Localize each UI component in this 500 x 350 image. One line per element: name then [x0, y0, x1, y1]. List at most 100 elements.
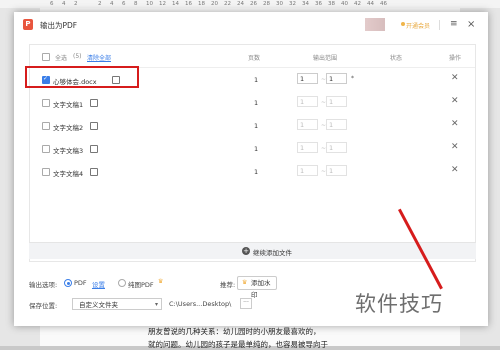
settings-link[interactable]: 设置: [92, 279, 105, 289]
row-checkbox[interactable]: [42, 145, 50, 153]
pdf-app-icon: P: [23, 19, 33, 30]
ruler-tick: 30: [276, 1, 283, 7]
range-from-input[interactable]: 1: [297, 73, 318, 84]
document-text-line: 朋友曾说的几种关系：幼儿园时的小朋友最喜欢的，: [148, 327, 321, 336]
ruler-tick: 22: [224, 1, 231, 7]
clear-all-link[interactable]: 清除全部: [87, 53, 111, 62]
add-files-button[interactable]: + 继续添加文件: [29, 242, 476, 259]
menu-icon[interactable]: ≡: [450, 19, 458, 30]
row-checkbox[interactable]: [42, 168, 50, 176]
plus-icon: +: [242, 247, 250, 255]
ruler: 6 4 2 2 4 6 8 10 12 14 16 18 20 22 24 26…: [0, 0, 500, 8]
range-to-input[interactable]: 1: [326, 142, 347, 153]
save-location-label: 保存位置:: [29, 302, 58, 310]
range-from-input[interactable]: 1: [297, 119, 318, 130]
pdf-radio[interactable]: [64, 279, 72, 287]
page-count: 1: [254, 122, 259, 130]
dialog-title: 输出为PDF: [40, 21, 78, 30]
ruler-tick: 24: [237, 1, 244, 7]
user-avatar[interactable]: [365, 18, 385, 31]
add-watermark-label: 添加水印: [251, 279, 271, 299]
ruler-tick: 28: [263, 1, 270, 7]
range-to-input[interactable]: 1: [326, 73, 347, 84]
ruler-tick: 20: [211, 1, 218, 7]
image-pdf-label: 纯图PDF: [128, 281, 154, 289]
column-header-range: 输出范围: [313, 55, 338, 62]
file-name: 文字文稿3: [53, 147, 84, 155]
close-icon[interactable]: ×: [467, 19, 475, 30]
range-to-input[interactable]: 1: [326, 165, 347, 176]
table-row: 文字文稿3 1 1 ~ 1 ✕: [30, 137, 475, 160]
ruler-tick: 4: [62, 1, 66, 7]
vip-link[interactable]: 开通会员: [406, 21, 430, 30]
page-count: 1: [254, 76, 259, 84]
page-count: 1: [254, 145, 259, 153]
edit-icon[interactable]: [90, 122, 98, 130]
output-options-label: 输出选项:: [29, 281, 58, 289]
ruler-tick: 12: [159, 1, 166, 7]
ruler-tick: 4: [110, 1, 114, 7]
image-pdf-radio[interactable]: [118, 279, 126, 287]
column-header-action: 操作: [449, 55, 462, 62]
file-name: 文字文稿2: [53, 124, 84, 132]
delete-icon[interactable]: ✕: [451, 119, 459, 129]
ruler-tick: 32: [289, 1, 296, 7]
asterisk: *: [351, 75, 354, 82]
range-from-input[interactable]: 1: [297, 165, 318, 176]
table-row: 文字文稿2 1 1 ~ 1 ✕: [30, 114, 475, 137]
ruler-tick: 16: [185, 1, 192, 7]
edit-icon[interactable]: [90, 145, 98, 153]
page-count: 1: [254, 99, 259, 107]
crown-icon: ♛: [158, 278, 164, 285]
ruler-tick: 44: [367, 1, 374, 7]
highlight-box: [25, 66, 139, 88]
document-text-line: 就的问题。幼儿园的孩子是最单纯的，也容易被导向于: [148, 340, 328, 349]
save-path: C:\Users...Desktop\: [169, 300, 232, 308]
ruler-tick: 10: [146, 1, 153, 7]
ruler-tick: 26: [250, 1, 257, 7]
ruler-tick: 46: [380, 1, 387, 7]
add-watermark-button[interactable]: ♛ 添加水印: [237, 276, 277, 299]
save-location-value: 自定义文件夹: [79, 301, 118, 309]
range-to-input[interactable]: 1: [326, 96, 347, 107]
recommend-label: 推荐:: [220, 281, 236, 289]
column-header-pages: 页数: [248, 55, 261, 62]
table-header: 全选 (5) 清除全部 页数 输出范围 状态 操作: [30, 45, 475, 68]
delete-icon[interactable]: ✕: [451, 96, 459, 106]
ruler-tick: 6: [50, 1, 54, 7]
row-checkbox[interactable]: [42, 99, 50, 107]
watermark-text: 软件技巧: [355, 292, 443, 316]
crown-icon: ♛: [242, 279, 248, 286]
ruler-tick: 14: [172, 1, 179, 7]
delete-icon[interactable]: ✕: [451, 73, 459, 83]
select-all-label: 全选: [55, 55, 68, 62]
ruler-tick: 42: [354, 1, 361, 7]
file-count: (5): [73, 53, 82, 60]
browse-button[interactable]: ···: [240, 298, 252, 309]
ruler-tick: 6: [122, 1, 126, 7]
table-row: 文字文稿1 1 1 ~ 1 ✕: [30, 91, 475, 114]
range-to-input[interactable]: 1: [326, 119, 347, 130]
ruler-tick: 36: [315, 1, 322, 7]
ruler-tick: 18: [198, 1, 205, 7]
range-from-input[interactable]: 1: [297, 142, 318, 153]
pdf-radio-label: PDF: [74, 279, 87, 287]
chevron-down-icon: ▾: [154, 301, 158, 308]
range-from-input[interactable]: 1: [297, 96, 318, 107]
select-all-checkbox[interactable]: [42, 53, 50, 61]
save-location-select[interactable]: 自定义文件夹 ▾: [72, 298, 162, 310]
delete-icon[interactable]: ✕: [451, 142, 459, 152]
dialog-titlebar: P 输出为PDF 开通会员 ≡ ×: [14, 12, 488, 38]
delete-icon[interactable]: ✕: [451, 165, 459, 175]
row-checkbox[interactable]: [42, 122, 50, 130]
vip-icon: [401, 22, 405, 26]
export-pdf-dialog: P 输出为PDF 开通会员 ≡ × 全选 (5) 清除全部 页数 输出范围 状态…: [14, 12, 488, 326]
ruler-tick: 2: [74, 1, 78, 7]
edit-icon[interactable]: [90, 99, 98, 107]
column-header-status: 状态: [390, 55, 403, 62]
ruler-tick: 40: [341, 1, 348, 7]
ruler-tick: 38: [328, 1, 335, 7]
table-row: 文字文稿4 1 1 ~ 1 ✕: [30, 160, 475, 183]
divider: [439, 20, 440, 30]
edit-icon[interactable]: [90, 168, 98, 176]
